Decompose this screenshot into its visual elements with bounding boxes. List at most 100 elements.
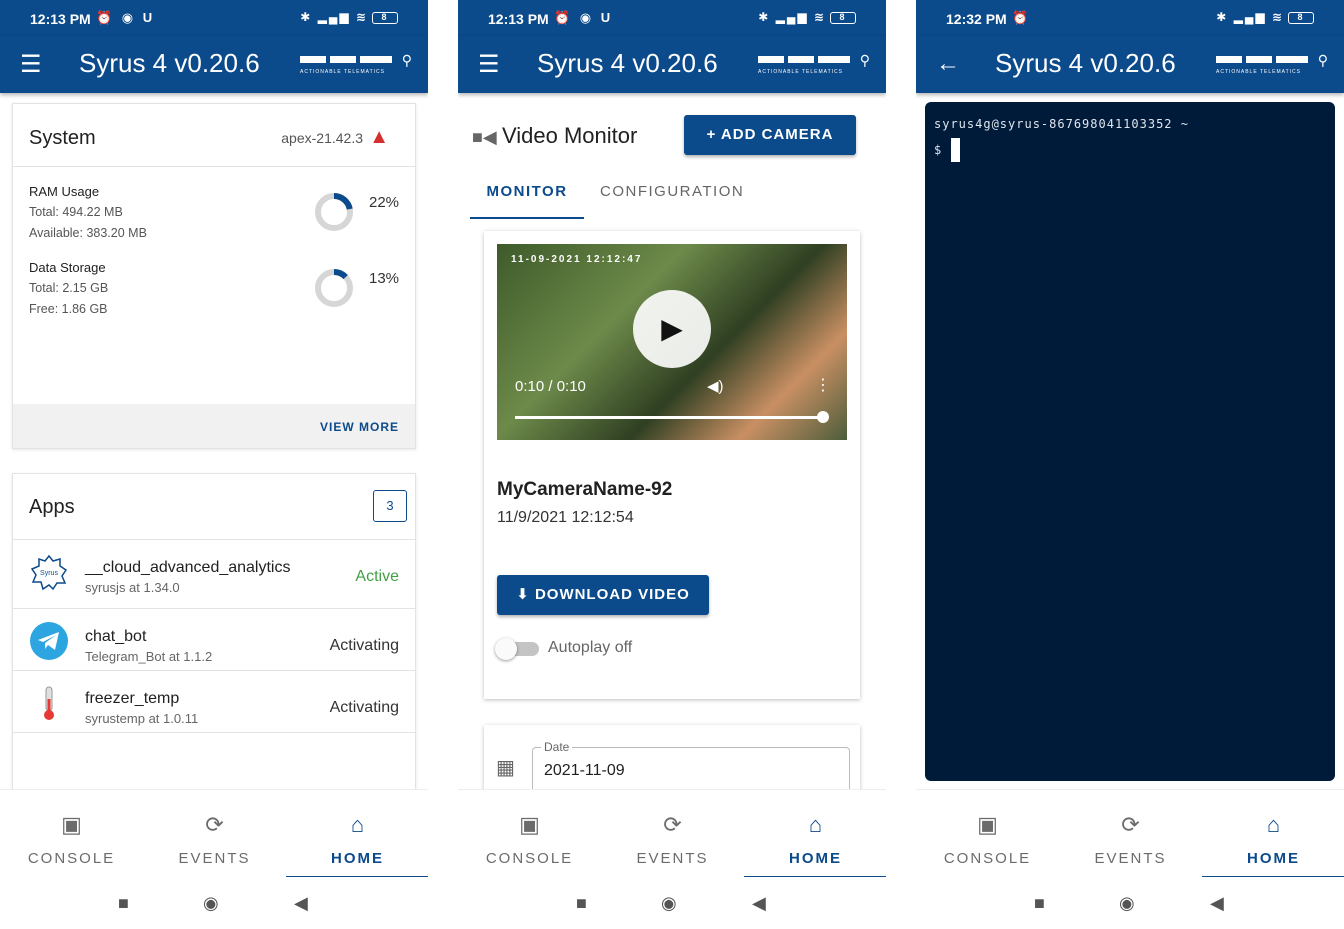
terminal-input-line: $ (934, 143, 943, 157)
warning-icon[interactable]: ▲ (369, 126, 389, 149)
dct-logo: ⚲ ACTIONABLE TELEMATICS (758, 52, 870, 76)
add-camera-button[interactable]: + ADD CAMERA (684, 115, 856, 155)
phone-console: 12:32 PM ⏰ ✱ ▂▄▆ ≋ 8 ← Syrus 4 v0.20.6 ⚲ … (916, 0, 1344, 929)
date-field[interactable]: Date 2021-11-09 (532, 740, 850, 789)
bottom-navigation: ▣ CONSOLE ⟳ EVENTS ⌂ HOME (458, 789, 886, 878)
app-title: Syrus 4 v0.20.6 (79, 48, 260, 78)
nav-events[interactable]: ⟳ EVENTS (143, 790, 286, 878)
more-vert-icon[interactable]: ⋮ (815, 375, 831, 395)
status-right-icons: ✱ ▂▄▆ ≋ 8 (1216, 10, 1314, 24)
status-bar: 12:13 PM ⏰ ◉ U ✱ ▂▄▆ ≋ 8 (458, 0, 886, 36)
download-video-button[interactable]: ⬇ DOWNLOAD VIDEO (497, 575, 709, 615)
app-name: __cloud_advanced_analytics (85, 559, 291, 576)
video-content: ■◀ Video Monitor + ADD CAMERA MONITOR CO… (458, 93, 886, 789)
video-player[interactable]: 11-09-2021 12:12:47 ▶ 0:10 / 0:10 ◀) ⋮ (497, 244, 847, 440)
events-icon: ⟳ (663, 812, 682, 837)
volume-icon[interactable]: ◀) (707, 377, 724, 395)
app-bar: ☰ Syrus 4 v0.20.6 ⚲ ACTIONABLE TELEMATIC… (458, 36, 886, 93)
status-left-icons: ⏰ ◉ U (96, 10, 156, 25)
app-row-freezer-temp[interactable]: freezer_temp syrustemp at 1.0.11 Activat… (13, 670, 415, 732)
nav-home[interactable]: ⌂ HOME (286, 790, 428, 878)
system-version: apex-21.42.3 (281, 130, 363, 146)
tab-monitor[interactable]: MONITOR (470, 183, 584, 219)
app-title: Syrus 4 v0.20.6 (537, 48, 718, 78)
system-navigation: ■ ◉ ◀ (0, 877, 428, 929)
terminal[interactable]: syrus4g@syrus-867698041103352 ~ $ (925, 102, 1335, 781)
video-timestamp: 11-09-2021 12:12:47 (511, 254, 643, 265)
nav-console[interactable]: ▣ CONSOLE (0, 790, 143, 878)
nav-events[interactable]: ⟳ EVENTS (1059, 790, 1202, 878)
app-subtitle: syrusjs at 1.34.0 (85, 580, 180, 595)
nav-events[interactable]: ⟳ EVENTS (601, 790, 744, 878)
app-row-cloud-analytics[interactable]: Syrus __cloud_advanced_analytics syrusjs… (13, 539, 415, 601)
back-arrow-icon[interactable]: ← (936, 50, 960, 78)
back-triangle-icon[interactable]: ◀ (294, 893, 308, 914)
app-title: Syrus 4 v0.20.6 (995, 48, 1176, 78)
app-status: Activating (329, 699, 399, 716)
system-card: System apex-21.42.3 ▲ RAM Usage Total: 4… (12, 103, 416, 449)
video-time: 0:10 / 0:10 (515, 378, 586, 395)
nav-home[interactable]: ⌂ HOME (744, 790, 886, 878)
nav-console[interactable]: ▣ CONSOLE (916, 790, 1059, 878)
dct-logo: ⚲ ACTIONABLE TELEMATICS (1216, 52, 1328, 76)
status-time: 12:32 PM (946, 11, 1007, 27)
home-circle-icon[interactable]: ◉ (661, 893, 677, 914)
nav-console[interactable]: ▣ CONSOLE (458, 790, 601, 878)
location-pin-icon: ⚲ (859, 52, 870, 68)
status-bar: 12:13 PM ⏰ ◉ U ✱ ▂▄▆ ≋ 8 (0, 0, 428, 36)
nav-home[interactable]: ⌂ HOME (1202, 790, 1344, 878)
tab-configuration[interactable]: CONFIGURATION (600, 183, 744, 219)
nav-label: CONSOLE (943, 850, 1032, 867)
bottom-navigation: ▣ CONSOLE ⟳ EVENTS ⌂ HOME (916, 789, 1344, 878)
video-progress-thumb[interactable] (817, 411, 829, 423)
recent-apps-icon[interactable]: ■ (1034, 893, 1045, 914)
calendar-icon[interactable]: ▦ (496, 755, 515, 780)
home-circle-icon[interactable]: ◉ (203, 893, 219, 914)
ram-available: Available: 383.20 MB (29, 226, 147, 240)
camera-timestamp: 11/9/2021 12:12:54 (497, 509, 634, 526)
play-icon[interactable]: ▶ (633, 290, 711, 368)
apps-card: Apps 3 Syrus __cloud_advanced_analytics … (12, 473, 416, 789)
recent-apps-icon[interactable]: ■ (576, 893, 587, 914)
status-right-icons: ✱ ▂▄▆ ≋ 8 (300, 10, 398, 24)
view-more-button[interactable]: VIEW MORE (320, 420, 399, 434)
console-icon: ▣ (519, 812, 540, 837)
nav-label: HOME (1247, 850, 1300, 867)
back-triangle-icon[interactable]: ◀ (752, 893, 766, 914)
home-icon: ⌂ (808, 812, 823, 837)
app-bar: ☰ Syrus 4 v0.20.6 ⚲ ACTIONABLE TELEMATIC… (0, 36, 428, 93)
date-value: 2021-11-09 (544, 762, 625, 779)
location-pin-icon: ⚲ (401, 52, 412, 68)
ram-total: Total: 494.22 MB (29, 205, 123, 219)
system-navigation: ■ ◉ ◀ (458, 877, 886, 929)
apps-count-badge[interactable]: 3 (373, 490, 407, 522)
battery-icon: 8 (1288, 11, 1314, 24)
app-status: Active (355, 568, 399, 585)
logo-tagline: ACTIONABLE TELEMATICS (300, 69, 385, 75)
recent-apps-icon[interactable]: ■ (118, 893, 129, 914)
nav-label: CONSOLE (485, 850, 574, 867)
video-progress-track[interactable] (515, 416, 823, 419)
autoplay-toggle[interactable] (495, 638, 517, 660)
terminal-prompt-line: syrus4g@syrus-867698041103352 ~ (934, 117, 1189, 131)
signal-wifi-icons: ✱ ▂▄▆ ≋ (758, 10, 826, 24)
home-circle-icon[interactable]: ◉ (1119, 893, 1135, 914)
status-time: 12:13 PM (488, 11, 549, 27)
menu-icon[interactable]: ☰ (20, 50, 42, 79)
battery-icon: 8 (372, 11, 398, 24)
camera-name: MyCameraName-92 (497, 479, 673, 500)
back-triangle-icon[interactable]: ◀ (1210, 893, 1224, 914)
menu-icon[interactable]: ☰ (478, 50, 500, 79)
app-name: chat_bot (85, 628, 147, 645)
thermometer-icon (44, 686, 54, 720)
home-content: System apex-21.42.3 ▲ RAM Usage Total: 4… (0, 93, 428, 789)
console-icon: ▣ (61, 812, 82, 837)
nav-label: EVENTS (636, 850, 709, 867)
app-subtitle: Telegram_Bot at 1.1.2 (85, 649, 213, 664)
app-row-chat-bot[interactable]: chat_bot Telegram_Bot at 1.1.2 Activatin… (13, 608, 415, 670)
app-bar: ← Syrus 4 v0.20.6 ⚲ ACTIONABLE TELEMATIC… (916, 36, 1344, 93)
ram-usage-label: RAM Usage (29, 184, 100, 199)
apps-title: Apps (29, 496, 75, 518)
status-time: 12:13 PM (30, 11, 91, 27)
divider (13, 166, 415, 167)
